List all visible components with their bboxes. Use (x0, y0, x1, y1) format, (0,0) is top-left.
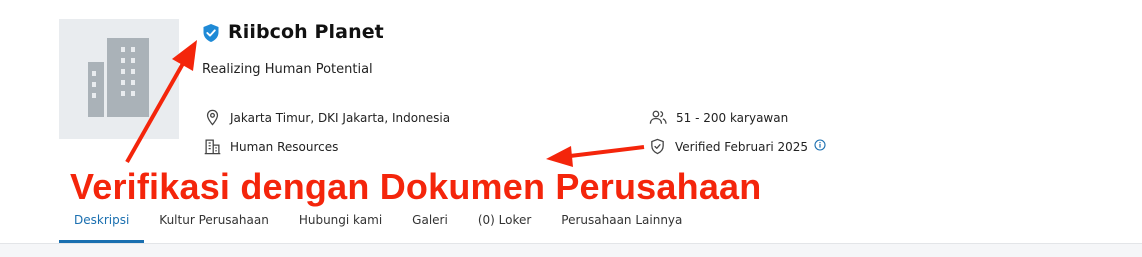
employees-info: 51 - 200 karyawan (649, 109, 788, 126)
company-tabs: Deskripsi Kultur Perusahaan Hubungi kami… (59, 203, 697, 243)
tab-hubungi-kami[interactable]: Hubungi kami (284, 203, 397, 243)
location-text: Jakarta Timur, DKI Jakarta, Indonesia (230, 110, 451, 125)
company-tagline: Realizing Human Potential (202, 62, 373, 77)
verified-date-text: Verified Februari 2025 (675, 139, 809, 154)
industry-info: Human Resources (204, 138, 338, 155)
office-building-icon (204, 139, 221, 155)
industry-text: Human Resources (230, 139, 339, 154)
tab-galeri[interactable]: Galeri (397, 203, 463, 243)
map-pin-icon (206, 109, 219, 126)
tab-kultur-perusahaan[interactable]: Kultur Perusahaan (144, 203, 284, 243)
location-info: Jakarta Timur, DKI Jakarta, Indonesia (204, 109, 450, 126)
users-icon (649, 110, 667, 124)
tab-loker[interactable]: (0) Loker (463, 203, 546, 243)
company-logo (59, 19, 179, 139)
shield-check-icon (651, 138, 664, 155)
company-name: Riibcoh Planet (228, 21, 384, 43)
tab-deskripsi[interactable]: Deskripsi (59, 203, 145, 243)
building-icon (88, 38, 149, 117)
employees-text: 51 - 200 karyawan (676, 110, 789, 125)
info-icon[interactable] (814, 139, 835, 154)
content-divider (0, 243, 1142, 257)
verified-shield-icon (203, 24, 219, 42)
annotation-text: Verifikasi dengan Dokumen Perusahaan (70, 166, 762, 207)
verified-info: Verified Februari 2025 (649, 138, 835, 155)
arrow-head-left (546, 146, 573, 167)
tab-perusahaan-lainnya[interactable]: Perusahaan Lainnya (546, 203, 697, 243)
